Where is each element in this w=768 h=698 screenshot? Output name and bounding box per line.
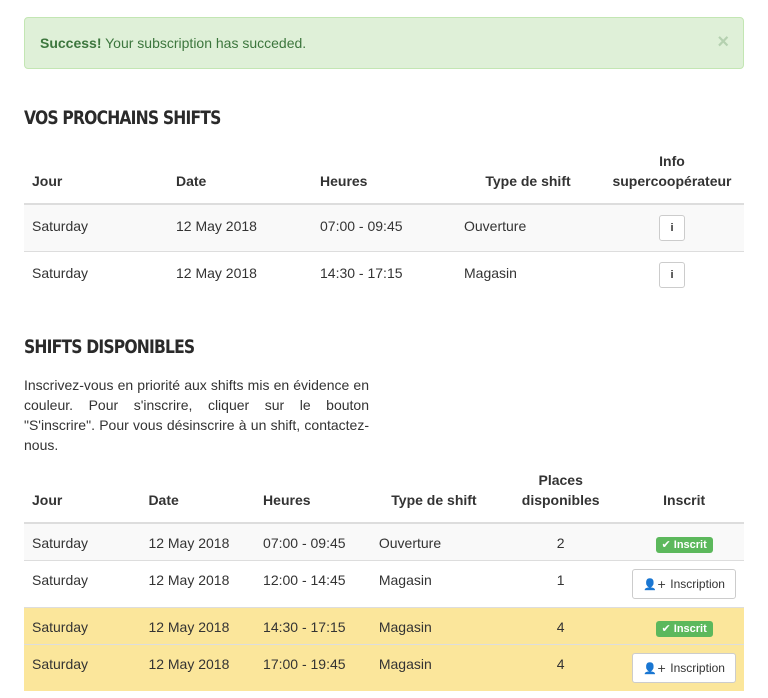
cell-type: Ouverture	[456, 203, 600, 251]
cell-jour: Saturday	[24, 203, 168, 251]
table-row: Saturday 12 May 2018 07:00 - 09:45 Ouvertur…	[24, 203, 744, 251]
inscription-label: Inscription	[670, 660, 725, 675]
upcoming-shifts-table: Jour Date Heures Type de shift Info super…	[24, 150, 744, 298]
user-plus-icon: 👤+	[643, 661, 667, 675]
success-alert: Success! Your subscription has succeded.…	[24, 17, 744, 69]
header-date: Date	[168, 150, 312, 205]
cell-info: i	[600, 250, 744, 298]
header-info-line2: supercoopérateur	[612, 173, 732, 189]
available-shifts-title: Shifts disponibles	[24, 336, 195, 358]
header-info: Info supercoopérateur	[600, 150, 744, 205]
cell-places: 1	[497, 559, 625, 607]
check-icon: ✔	[661, 539, 671, 551]
cell-date: 12 May 2018	[140, 643, 256, 691]
header-type-label: Type de shift	[485, 173, 571, 189]
header-info-line1: Info	[659, 153, 685, 169]
cell-date: 12 May 2018	[140, 522, 256, 560]
header-heures: Heures	[312, 150, 456, 205]
info-icon: i	[670, 268, 674, 281]
cell-heures: 07:00 - 09:45	[312, 203, 456, 251]
table-header-row: Jour Date Heures Type de shift Places dis…	[24, 470, 744, 524]
header-type: Type de shift	[370, 470, 498, 524]
cell-date: 12 May 2018	[168, 250, 312, 298]
cell-type: Magasin	[370, 606, 498, 644]
cell-inscrit: ✔ Inscrit	[624, 522, 744, 560]
info-button[interactable]: i	[659, 261, 685, 288]
header-places-line2: disponibles	[521, 492, 600, 508]
header-type: Type de shift	[456, 150, 600, 205]
upcoming-shifts-title: Vos prochains shifts	[24, 107, 221, 129]
cell-heures: 14:30 - 17:15	[312, 250, 456, 298]
cell-inscrit: ✔ Inscrit	[624, 606, 744, 644]
cell-heures: 07:00 - 09:45	[255, 522, 371, 560]
header-jour: Jour	[24, 150, 168, 205]
cell-places: 4	[497, 606, 625, 644]
available-shifts-table: Jour Date Heures Type de shift Places dis…	[24, 470, 744, 691]
cell-jour: Saturday	[24, 522, 141, 560]
table-row: Saturday 12 May 2018 17:00 - 19:45 Magasin 4…	[24, 643, 744, 691]
page: Success! Your subscription has succeded.…	[0, 0, 768, 698]
close-icon[interactable]: ×	[717, 18, 729, 66]
table-row: Saturday 12 May 2018 14:30 - 17:15 Magasin 4…	[24, 606, 744, 644]
cell-date: 12 May 2018	[140, 559, 256, 607]
cell-places: 4	[497, 643, 625, 691]
inscription-button[interactable]: 👤+ Inscription	[632, 652, 736, 683]
cell-type: Ouverture	[370, 522, 498, 560]
user-plus-icon: 👤+	[643, 577, 667, 591]
inscription-button[interactable]: 👤+ Inscription	[632, 568, 736, 599]
cell-heures: 12:00 - 14:45	[255, 559, 371, 607]
inscrit-badge: ✔ Inscrit	[655, 620, 713, 637]
cell-jour: Saturday	[24, 643, 141, 691]
table-header-row: Jour Date Heures Type de shift Info super…	[24, 150, 744, 205]
table-row: Saturday 12 May 2018 07:00 - 09:45 Ouvertur…	[24, 522, 744, 560]
inscrit-label: Inscrit	[673, 622, 707, 635]
cell-info: i	[600, 203, 744, 251]
alert-message: Your subscription has succeded.	[101, 35, 307, 51]
table-row: Saturday 12 May 2018 12:00 - 14:45 Magasin 1…	[24, 559, 744, 607]
header-places: Places disponibles	[497, 470, 625, 524]
header-heures: Heures	[255, 470, 371, 524]
cell-jour: Saturday	[24, 606, 141, 644]
cell-date: 12 May 2018	[168, 203, 312, 251]
cell-places: 2	[497, 522, 625, 560]
cell-jour: Saturday	[24, 250, 168, 298]
header-inscrit: Inscrit	[624, 470, 744, 524]
inscrit-badge: ✔ Inscrit	[655, 537, 713, 553]
cell-jour: Saturday	[24, 559, 141, 607]
cell-type: Magasin	[456, 250, 600, 298]
cell-inscrit: 👤+ Inscription	[624, 559, 744, 607]
cell-heures: 14:30 - 17:15	[255, 606, 371, 644]
header-type-label: Type de shift	[391, 492, 477, 508]
table-row: Saturday 12 May 2018 14:30 - 17:15 Magasin i	[24, 250, 744, 298]
info-icon: i	[670, 222, 674, 234]
inscrit-label: Inscrit	[673, 539, 707, 551]
alert-strong: Success!	[40, 35, 102, 51]
header-jour: Jour	[24, 470, 141, 524]
cell-inscrit: 👤+ Inscription	[624, 643, 744, 691]
header-date: Date	[140, 470, 256, 524]
header-places-line1: Places	[538, 472, 583, 488]
cell-heures: 17:00 - 19:45	[255, 643, 371, 691]
info-button[interactable]: i	[659, 215, 685, 241]
cell-type: Magasin	[370, 559, 498, 607]
available-shifts-intro: Inscrivez-vous en priorité aux shifts mi…	[24, 377, 369, 453]
cell-type: Magasin	[370, 643, 498, 691]
cell-date: 12 May 2018	[140, 606, 256, 644]
check-icon: ✔	[661, 622, 671, 635]
inscription-label: Inscription	[670, 576, 725, 591]
header-inscrit-label: Inscrit	[663, 492, 706, 508]
